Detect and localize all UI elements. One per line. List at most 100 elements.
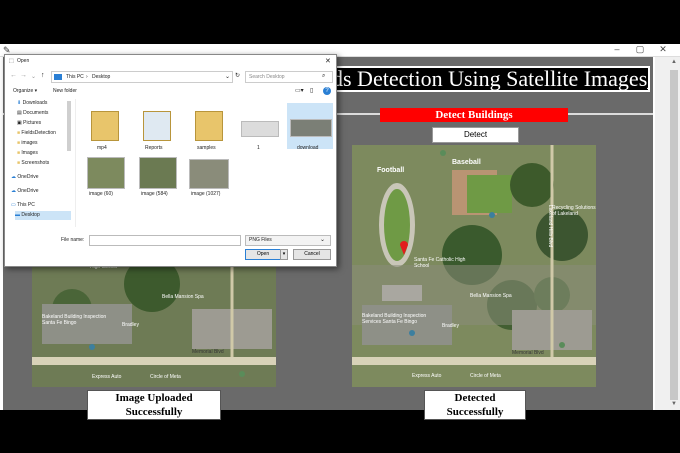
back-icon[interactable]: ←: [10, 72, 17, 79]
close-icon[interactable]: ✕: [656, 44, 670, 55]
address-dropdown-icon[interactable]: ⌄: [225, 73, 230, 80]
cancel-button[interactable]: Cancel: [293, 249, 331, 260]
nav-label: OneDrive: [17, 174, 39, 180]
dialog-title: Open: [17, 58, 30, 64]
file-item[interactable]: image (1027): [187, 159, 231, 203]
map-label-bakery: Bakeland Building Inspection Services Sa…: [362, 313, 427, 325]
file-item[interactable]: image (60): [85, 157, 125, 201]
detect-status-caption: Detected Successfully: [424, 390, 526, 420]
folder-icon: ■: [17, 160, 21, 166]
nav-scrollbar-thumb[interactable]: [67, 101, 71, 151]
nav-label: FieldsDetection: [21, 130, 56, 136]
dialog-close-icon[interactable]: ✕: [325, 57, 331, 65]
file-item-selected[interactable]: download: [287, 103, 333, 151]
file-item[interactable]: image (584): [137, 157, 177, 201]
folder-icon: [143, 111, 171, 141]
file-item[interactable]: samples: [193, 107, 223, 151]
nav-images-lower[interactable]: ■ images: [17, 139, 38, 148]
nav-this-pc[interactable]: ▭ This PC: [11, 201, 35, 210]
scroll-up-icon[interactable]: ▲: [671, 59, 677, 65]
nav-label: Desktop: [21, 212, 40, 218]
file-name: image (584): [141, 191, 168, 197]
file-grid: mp4 Reports samples 1 download image (60…: [77, 99, 335, 227]
nav-onedrive-1[interactable]: ☁ OneDrive: [11, 173, 39, 182]
file-name: image (60): [89, 191, 113, 197]
map-label-baseball: Baseball: [452, 159, 481, 166]
maximize-icon[interactable]: ▢: [633, 44, 647, 55]
scrollbar-thumb[interactable]: [670, 70, 678, 400]
filetype-select[interactable]: PNG Files ⌄: [245, 235, 331, 246]
cloud-icon: ☁: [11, 188, 16, 194]
address-bar[interactable]: This PC › Desktop: [51, 71, 233, 83]
nav-onedrive-2[interactable]: ☁ OneDrive: [11, 187, 39, 196]
breadcrumb-sep-icon: ›: [86, 74, 88, 80]
breadcrumb-this-pc[interactable]: This PC: [66, 74, 84, 80]
file-item[interactable]: Reports: [141, 107, 171, 151]
detect-buildings-header: Detect Buildings: [380, 108, 568, 122]
history-chevron-icon[interactable]: ⌄: [31, 73, 36, 80]
filename-input[interactable]: [89, 235, 241, 246]
nav-images[interactable]: ■ Images: [17, 149, 38, 158]
image-thumbnail: [290, 119, 332, 137]
map-label-express: Express Auto: [412, 373, 442, 379]
pc-icon: [54, 74, 62, 80]
open-button[interactable]: Open: [245, 249, 281, 260]
minimize-icon[interactable]: –: [610, 44, 624, 55]
search-box[interactable]: Search Desktop ⌕: [245, 71, 333, 83]
map-label-school: Santa Fe Catholic High School: [414, 257, 466, 269]
document-icon: ▤: [17, 110, 22, 116]
nav-fieldsdetection[interactable]: ■ FieldsDetection: [17, 129, 56, 138]
forward-icon[interactable]: →: [20, 72, 27, 79]
nav-downloads[interactable]: ⬇ Downloads: [17, 99, 47, 108]
nav-label: Images: [21, 150, 38, 156]
refresh-icon[interactable]: ↻: [235, 72, 240, 79]
map-label-bradley-left: Bradley: [122, 322, 139, 328]
map-label-circle: Circle of Meta: [470, 373, 501, 379]
detect-button[interactable]: Detect: [432, 127, 519, 143]
folder-icon: ■: [17, 140, 21, 146]
up-icon[interactable]: ↑: [41, 72, 45, 79]
scroll-down-icon[interactable]: ▼: [671, 401, 677, 407]
folder-icon: ■: [17, 150, 21, 156]
map-label-memorial: Memorial Blvd: [512, 350, 544, 356]
uploaded-map: High School Bella Mansion Spa Bakeland B…: [32, 264, 276, 387]
breadcrumb-desktop[interactable]: Desktop: [92, 74, 110, 80]
nav-screenshots[interactable]: ■ Screenshots: [17, 159, 49, 168]
nav-label: OneDrive: [17, 188, 39, 194]
navigation-pane: ⬇ Downloads ▤ Documents ▣ Pictures ■ Fie…: [9, 99, 76, 227]
file-item[interactable]: mp4: [89, 107, 119, 151]
map-label-football: Football: [377, 167, 405, 174]
image-thumbnail: [241, 121, 279, 137]
nav-label: Downloads: [22, 100, 48, 106]
dialog-app-icon: ⬚: [9, 58, 14, 64]
nav-desktop[interactable]: ▬ Desktop: [15, 211, 71, 220]
file-name: Reports: [145, 145, 163, 151]
map-label-circle-left: Circle of Meta: [150, 374, 181, 380]
open-split-chevron-icon[interactable]: ▾: [280, 249, 288, 260]
help-icon[interactable]: ?: [323, 87, 331, 95]
nav-pictures[interactable]: ▣ Pictures: [17, 119, 41, 128]
cloud-icon: ☁: [11, 174, 16, 180]
map-label-memorial-left: Memorial Blvd: [192, 349, 224, 355]
preview-pane-icon[interactable]: ▯: [310, 87, 313, 94]
file-name: samples: [197, 145, 216, 151]
upload-status-caption: Image Uploaded Successfully: [87, 390, 221, 420]
nav-documents[interactable]: ▤ Documents: [17, 109, 48, 118]
map-label-express-left: Express Auto: [92, 374, 122, 380]
view-options-icon[interactable]: ▭▾: [295, 87, 304, 94]
nav-label: Pictures: [23, 120, 42, 126]
chevron-down-icon: ⌄: [320, 237, 326, 243]
folder-icon: [195, 111, 223, 141]
desktop-icon: ▬: [15, 212, 20, 218]
organize-menu[interactable]: Organize ▾: [13, 88, 37, 94]
map-label-spa-left: Bella Mansion Spa: [162, 294, 204, 300]
new-folder-button[interactable]: New folder: [53, 88, 77, 94]
nav-label: This PC: [17, 202, 35, 208]
map-label-spa: Bella Mansion Spa: [470, 293, 512, 299]
folder-icon: [91, 111, 119, 141]
nav-label: Screenshots: [21, 160, 50, 166]
file-item[interactable]: 1: [239, 107, 283, 151]
open-file-dialog: ⬚ Open ✕ ← → ⌄ ↑ This PC › Desktop ⌄ ↻ S…: [4, 54, 337, 267]
image-thumbnail: [189, 159, 229, 189]
detected-map: Football Baseball Santa Fe Catholic High…: [352, 145, 596, 387]
